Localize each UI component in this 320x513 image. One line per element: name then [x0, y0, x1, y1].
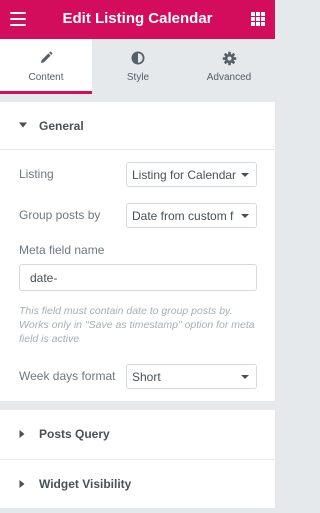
tab-style-label: Style	[126, 72, 150, 83]
widget-visibility-section: Widget Visibility	[0, 459, 275, 508]
apps-grid-icon[interactable]	[251, 12, 265, 26]
posts-query-section: Posts Query	[0, 410, 275, 459]
tab-style[interactable]: Style	[92, 39, 184, 94]
panel-title: Edit Listing Calendar	[62, 10, 213, 27]
pencil-icon	[41, 51, 53, 63]
tab-advanced[interactable]: Advanced	[183, 39, 275, 94]
tab-content[interactable]: Content	[0, 39, 92, 94]
listing-select-value: Listing for Calendar	[132, 168, 237, 182]
posts-query-section-header[interactable]: Posts Query	[0, 410, 275, 459]
divider	[0, 149, 275, 150]
tab-advanced-label: Advanced	[206, 72, 252, 83]
caret-down-icon	[19, 122, 27, 128]
listing-label: Listing	[19, 167, 54, 181]
group-posts-select-value: Date from custom f	[132, 209, 234, 223]
week-days-select[interactable]: Short	[126, 364, 257, 389]
caret-right-icon	[19, 480, 25, 488]
group-posts-select[interactable]: Date from custom f	[126, 203, 257, 228]
general-section-header[interactable]: General	[0, 102, 275, 151]
tab-content-label: Content	[28, 72, 64, 83]
week-days-label: Week days format	[19, 369, 116, 383]
half-circle-icon	[131, 51, 145, 65]
caret-right-icon	[19, 430, 25, 438]
group-posts-label: Group posts by	[19, 208, 101, 222]
week-days-select-value: Short	[132, 370, 161, 384]
panel-tabs: Content Style Advanced	[0, 39, 275, 94]
chevron-down-icon	[236, 204, 256, 227]
chevron-down-icon	[236, 365, 256, 388]
gear-icon	[222, 51, 236, 66]
general-section: General Listing Listing for Calendar Gro…	[0, 102, 275, 401]
chevron-down-icon	[236, 163, 256, 186]
widget-visibility-section-header[interactable]: Widget Visibility	[0, 460, 275, 509]
meta-field-label: Meta field name	[19, 243, 105, 257]
posts-query-section-title: Posts Query	[39, 427, 110, 441]
meta-field-input[interactable]	[19, 264, 257, 291]
panel-header: Edit Listing Calendar	[0, 0, 275, 39]
listing-select[interactable]: Listing for Calendar	[126, 162, 257, 187]
general-section-title: General	[39, 119, 84, 133]
widget-visibility-section-title: Widget Visibility	[39, 477, 132, 491]
meta-field-description: This field must contain date to group po…	[19, 305, 255, 345]
